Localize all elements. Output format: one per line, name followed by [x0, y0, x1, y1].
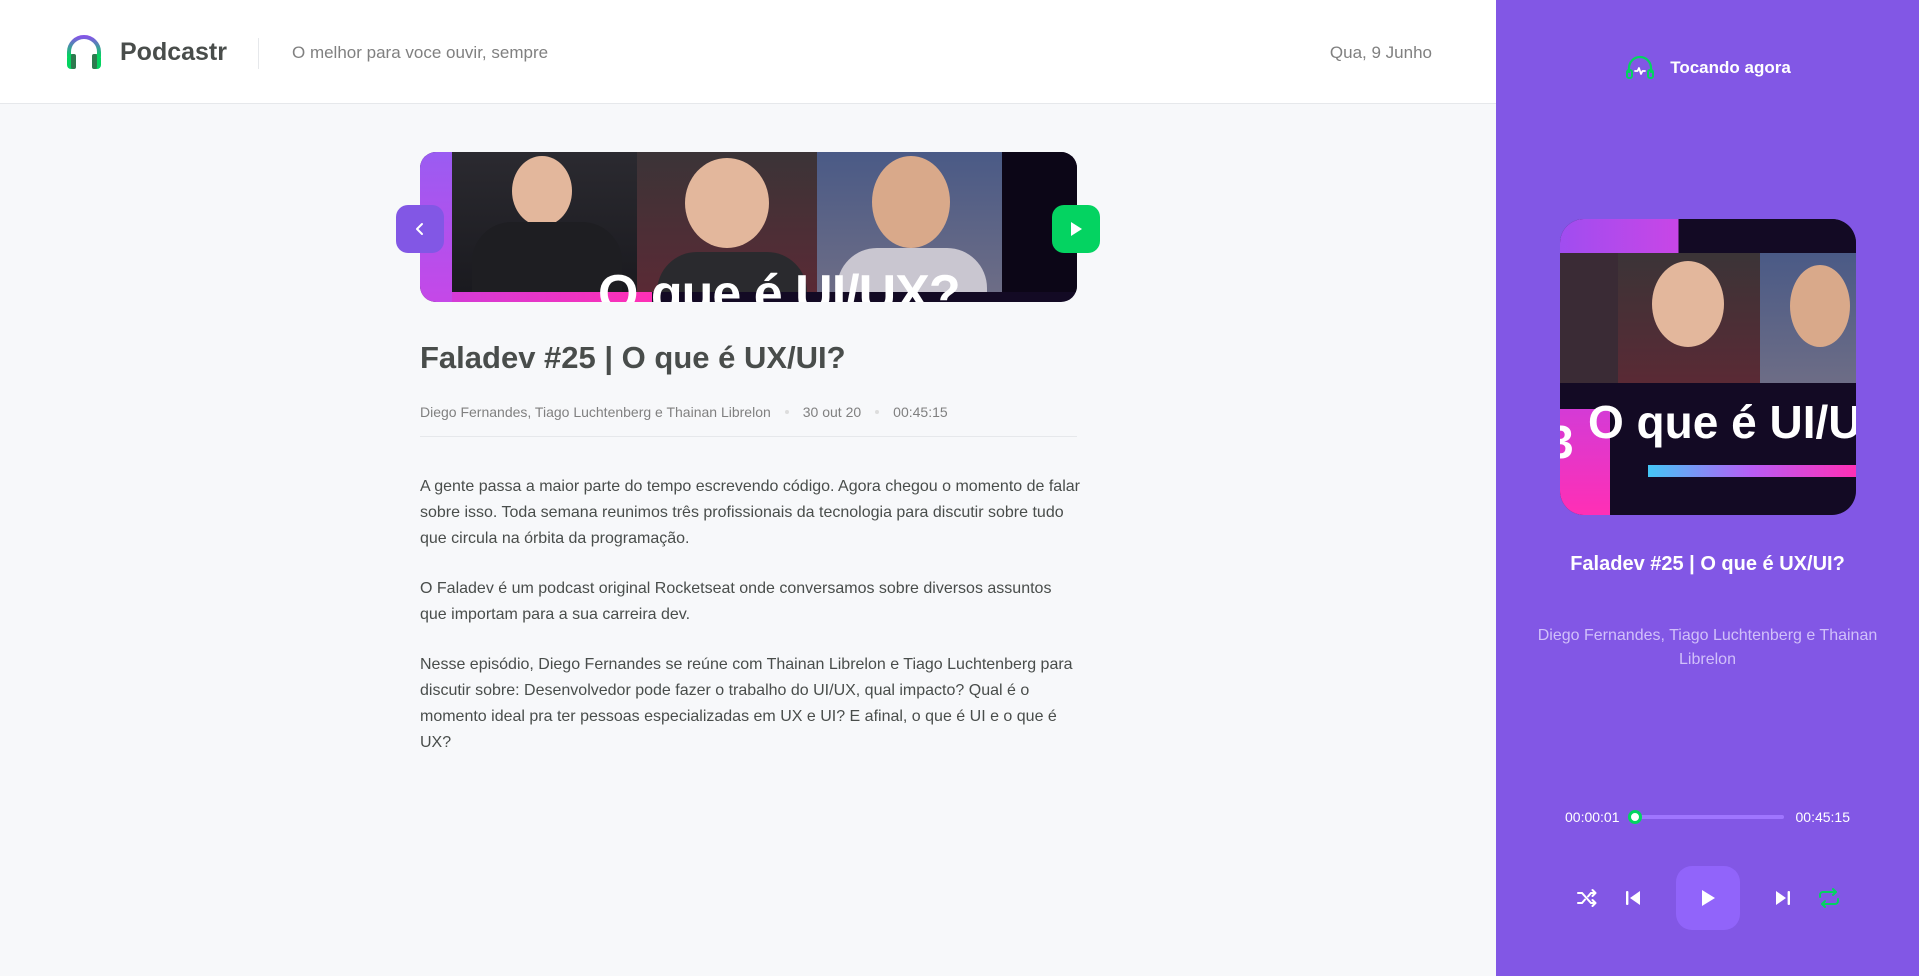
cover-title-text: O que é UI/U — [1588, 396, 1856, 448]
skip-next-icon — [1775, 891, 1790, 905]
cover-number-text: 3 — [1560, 416, 1574, 468]
episode-description: A gente passa a maior parte do tempo esc… — [420, 474, 1080, 780]
player-controls — [1496, 866, 1919, 930]
progress-slider[interactable] — [1627, 810, 1784, 824]
shuffle-button[interactable] — [1571, 882, 1603, 914]
separator-dot — [875, 410, 880, 414]
progress-bar: 00:00:01 00:45:15 — [1496, 809, 1919, 825]
repeat-button[interactable] — [1813, 882, 1845, 914]
header-divider — [258, 38, 259, 69]
thumbnail-title-text: O que é UI/UX? — [598, 265, 961, 302]
skip-previous-icon — [1625, 891, 1640, 905]
shuffle-icon — [1576, 889, 1596, 907]
play-icon — [1701, 890, 1715, 906]
description-paragraph: A gente passa a maior parte do tempo esc… — [420, 478, 1080, 547]
headphones-icon — [67, 35, 101, 69]
now-playing-label: Tocando agora — [1670, 58, 1791, 77]
description-paragraph: O Faladev é um podcast original Rocketse… — [420, 580, 1052, 623]
total-time: 00:45:15 — [1795, 809, 1851, 825]
separator-dot — [784, 410, 789, 414]
play-icon — [1071, 222, 1082, 236]
logo-text[interactable]: Podcastr — [120, 38, 227, 67]
episode-title: Faladev #25 | O que é UX/UI? — [420, 340, 846, 375]
progress-handle[interactable] — [1627, 810, 1642, 824]
play-episode-button[interactable] — [1052, 205, 1100, 253]
player-episode-title: Faladev #25 | O que é UX/UI? — [1570, 553, 1845, 575]
player-sidebar: Tocando agora O que é UI/U 3 Faladev #25… — [1496, 0, 1919, 976]
chevron-left-icon — [416, 223, 423, 235]
player-cover-image: O que é UI/U 3 — [1560, 219, 1856, 515]
tagline: O melhor para voce ouvir, sempre — [292, 43, 549, 62]
current-time: 00:00:01 — [1565, 809, 1620, 825]
current-date: Qua, 9 Junho — [1329, 43, 1432, 62]
headphones-pulse-icon — [1626, 55, 1655, 79]
previous-button[interactable] — [1617, 882, 1649, 914]
next-button[interactable] — [1767, 882, 1799, 914]
description-paragraph: Nesse episódio, Diego Fernandes se reúne… — [420, 656, 1073, 751]
episode-published-date: 30 out 20 — [802, 404, 862, 420]
play-button[interactable] — [1675, 866, 1740, 930]
episode-meta: Diego Fernandes, Tiago Luchtenberg e Tha… — [420, 404, 1077, 437]
player-episode-members: Diego Fernandes, Tiago Luchtenberg e Tha… — [1537, 627, 1878, 668]
back-button[interactable] — [396, 205, 444, 253]
repeat-icon — [1818, 888, 1839, 908]
app-header: Podcastr O melhor para voce ouvir, sempr… — [0, 0, 1496, 104]
now-playing-heading: Tocando agora — [1496, 52, 1919, 84]
episode-members: Diego Fernandes, Tiago Luchtenberg e Tha… — [420, 404, 771, 420]
episode-duration: 00:45:15 — [893, 404, 948, 420]
episode-thumbnail: O que é UI/UX? — [420, 152, 1077, 302]
episode-thumbnail-section: O que é UI/UX? — [420, 152, 1077, 302]
